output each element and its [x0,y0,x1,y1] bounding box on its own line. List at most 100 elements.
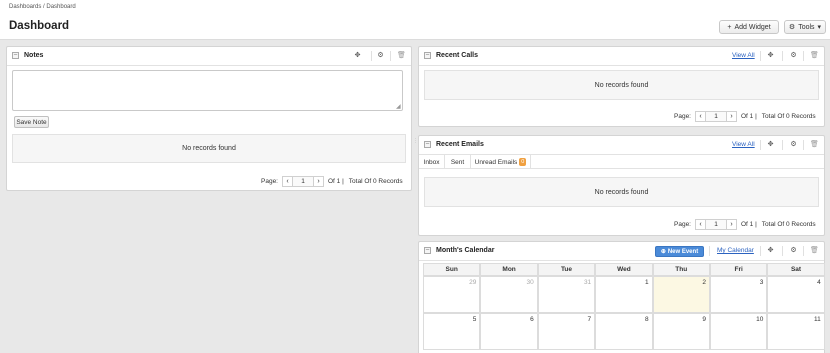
divider [709,246,710,256]
tools-label: Tools [798,23,815,31]
move-icon[interactable]: ✥ [353,52,362,60]
calendar-day-cell[interactable]: 6 [480,313,538,350]
calendar-day-cell[interactable]: 1 [595,276,653,313]
day-header-mon: Mon [480,263,538,276]
calendar-day-cell[interactable]: 8 [595,313,653,350]
tab-label: Sent [450,158,465,166]
gear-icon: ⚙ [788,24,796,31]
divider [803,246,804,256]
calendar-day-cell[interactable]: 4 [767,276,825,313]
notes-widget: – Notes ✥ ⚙ 🗑 [6,46,412,191]
recent-calls-empty-message: No records found [424,70,819,100]
notes-textarea[interactable] [12,70,403,111]
calendar-day-cell[interactable]: 31 [537,276,596,313]
tab-sent[interactable]: Sent [445,155,471,169]
divider [803,140,804,150]
pager-of: Of 1 | [328,177,344,185]
resize-grip-icon[interactable]: ◢ [396,104,401,110]
calendar-day-headers: Sun Mon Tue Wed Thu Fri Sat [423,263,825,276]
collapse-icon[interactable]: – [12,52,19,59]
page-number-input[interactable]: 1 [293,175,313,187]
pager-total: Total Of 0 Records [761,112,816,120]
trash-icon[interactable]: 🗑 [810,247,819,255]
calendar-day-cell-today[interactable]: 2 [652,276,710,313]
breadcrumb: Dashboards / Dashboard [9,4,76,10]
gear-icon[interactable]: ⚙ [376,52,385,60]
calendar-day-cell[interactable]: 10 [709,313,768,350]
caret-down-icon: ▾ [817,24,822,31]
calendar-day-cell[interactable]: 3 [709,276,768,313]
calendar-day-cell[interactable]: 9 [652,313,710,350]
view-all-emails-link[interactable]: View All [732,141,755,148]
add-widget-button[interactable]: + Add Widget [719,20,779,34]
calendar-day-cell[interactable]: 11 [767,313,825,350]
new-event-button[interactable]: ⊕ New Event [655,246,704,257]
divider [803,51,804,61]
move-icon[interactable]: ✥ [766,141,775,149]
calendar-week: 29 30 31 1 2 3 4 [423,276,825,313]
divider [782,51,783,61]
move-icon[interactable]: ✥ [766,247,775,255]
my-calendar-link[interactable]: My Calendar [717,247,754,254]
unread-count-badge: 0 [519,158,527,166]
breadcrumb-separator: / [43,4,45,10]
breadcrumb-dashboard-link[interactable]: Dashboard [46,4,75,10]
gear-icon[interactable]: ⚙ [789,247,798,255]
next-page-button[interactable]: › [313,175,324,187]
pager-label: Page: [261,177,278,185]
calendar-day-cell[interactable]: 5 [423,313,481,350]
calendar-title: Month's Calendar [436,247,495,254]
gear-icon[interactable]: ⚙ [789,52,798,60]
save-note-button[interactable]: Save Note [14,116,49,128]
prev-page-button[interactable]: ‹ [695,110,706,122]
tab-label: Unread Emails [474,158,518,166]
tools-dropdown-button[interactable]: ⚙ Tools ▾ [784,20,826,34]
move-icon[interactable]: ✥ [766,52,775,60]
recent-calls-header: – Recent Calls View All ✥ ⚙ 🗑 [419,47,824,66]
day-header-tue: Tue [537,263,596,276]
plus-icon: + [727,23,732,31]
notes-header: – Notes ✥ ⚙ 🗑 [7,47,411,66]
recent-emails-empty-message: No records found [424,177,819,207]
tab-unread-emails[interactable]: Unread Emails 0 [471,155,531,169]
collapse-icon[interactable]: – [424,247,431,254]
next-page-button[interactable]: › [726,110,737,122]
divider [760,140,761,150]
divider [782,246,783,256]
prev-page-button[interactable]: ‹ [695,218,706,230]
day-header-sun: Sun [423,263,481,276]
breadcrumb-dashboards-link[interactable]: Dashboards [9,4,41,10]
next-page-button[interactable]: › [726,218,737,230]
pager-label: Page: [674,112,691,120]
collapse-icon[interactable]: – [424,141,431,148]
collapse-icon[interactable]: – [424,52,431,59]
calendar-day-cell[interactable]: 7 [537,313,596,350]
new-event-label: New Event [667,248,699,255]
email-tabs: Inbox Sent Unread Emails 0 [419,155,824,169]
day-header-thu: Thu [652,263,710,276]
view-all-calls-link[interactable]: View All [732,52,755,59]
trash-icon[interactable]: 🗑 [810,141,819,149]
divider [760,51,761,61]
page-number-input[interactable]: 1 [706,218,726,230]
pager-label: Page: [674,220,691,228]
pager-of: Of 1 | [741,220,757,228]
page-number-input[interactable]: 1 [706,110,726,122]
divider [390,51,391,61]
trash-icon[interactable]: 🗑 [397,52,406,60]
tab-inbox[interactable]: Inbox [419,155,445,169]
gear-icon[interactable]: ⚙ [789,141,798,149]
divider [371,51,372,61]
notes-title: Notes [24,52,44,59]
notes-empty-message: No records found [12,134,406,163]
calendar-week: 5 6 7 8 9 10 11 [423,313,825,350]
recent-emails-pager: Page: ‹ 1 › Of 1 | Total Of 0 Records [674,218,816,230]
prev-page-button[interactable]: ‹ [282,175,293,187]
notes-pager: Page: ‹ 1 › Of 1 | Total Of 0 Records [261,175,403,187]
recent-calls-title: Recent Calls [436,52,479,59]
day-header-fri: Fri [709,263,768,276]
pager-of: Of 1 | [741,112,757,120]
calendar-day-cell[interactable]: 30 [480,276,538,313]
calendar-day-cell[interactable]: 29 [423,276,481,313]
trash-icon[interactable]: 🗑 [810,52,819,60]
